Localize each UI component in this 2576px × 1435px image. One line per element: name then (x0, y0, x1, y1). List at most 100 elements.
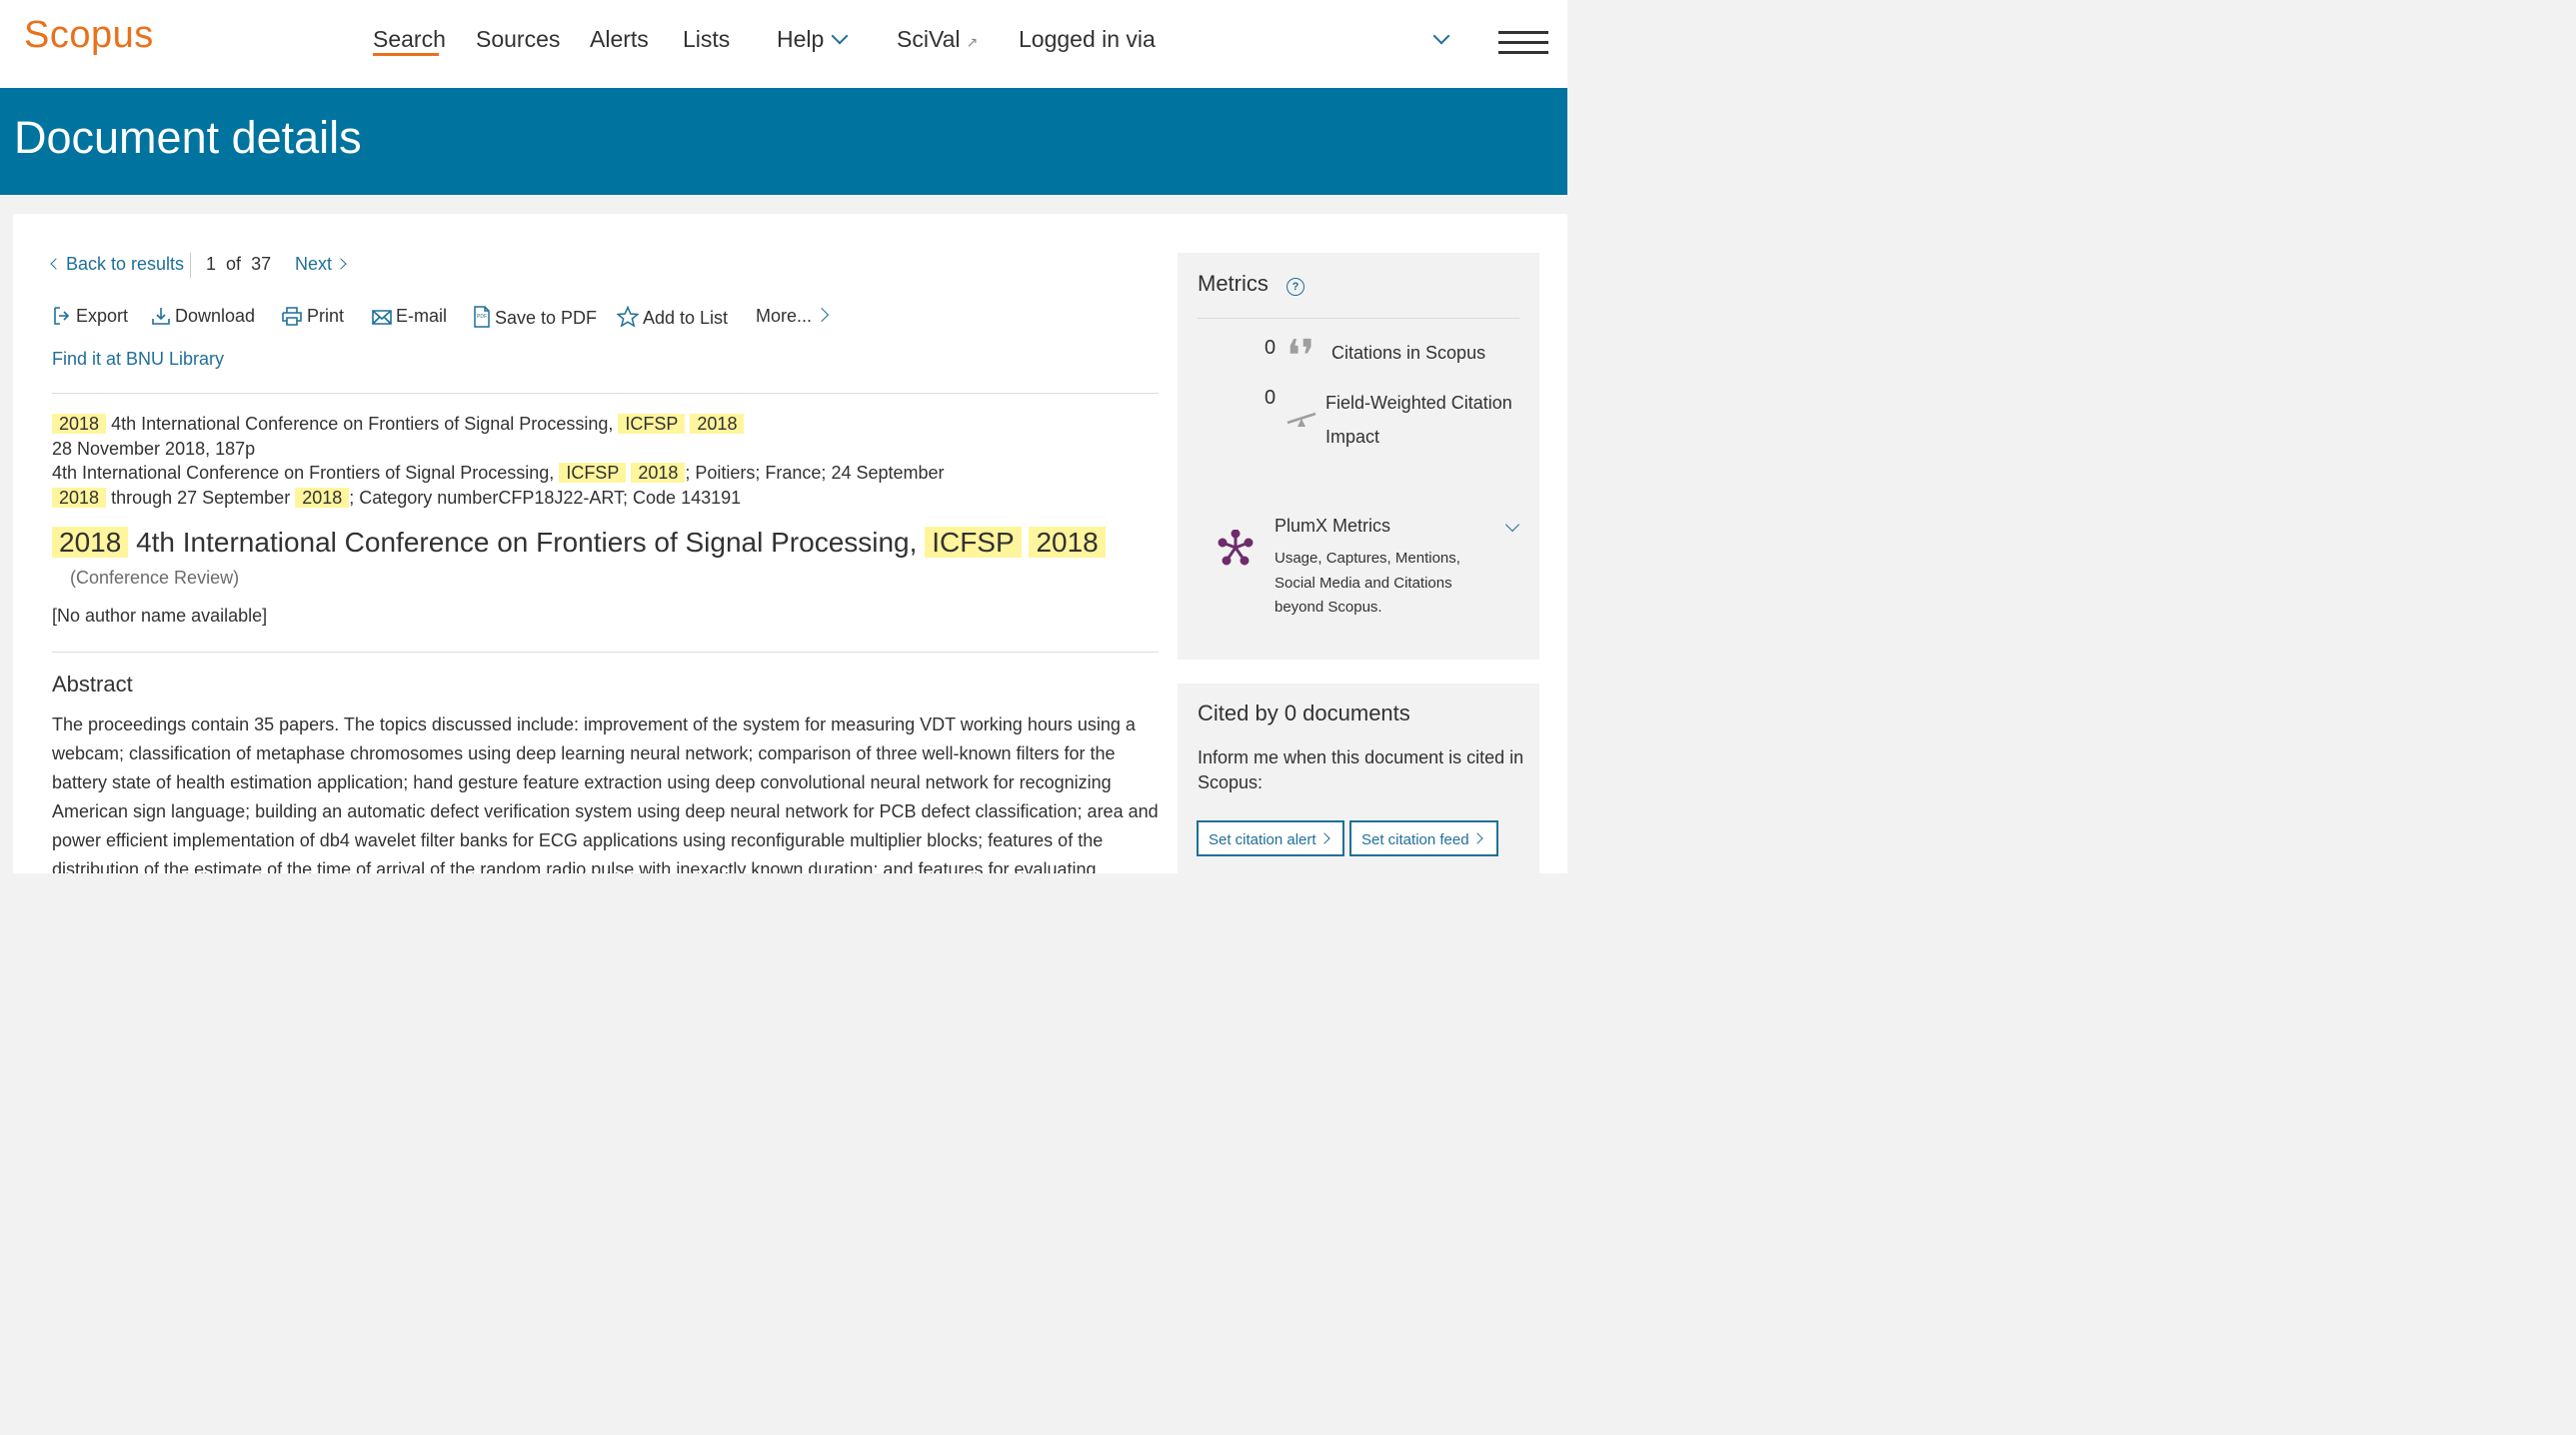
conference-dates: through 27 September (111, 487, 291, 508)
save-to-pdf-label: Save to PDF (495, 308, 598, 328)
page-header: Document details (0, 88, 1567, 195)
source-line-1: 2018 4th International Conference on Fro… (52, 412, 1152, 437)
highlight-term: 2018 (1029, 527, 1106, 558)
cited-by-text: Inform me when this document is cited in… (1198, 747, 1524, 792)
highlight-term: 2018 (52, 414, 107, 434)
highlight-term: 2018 (631, 463, 686, 483)
plumx-icon (1218, 530, 1254, 566)
divider (52, 393, 1159, 394)
save-to-pdf-button[interactable]: PDF Save to PDF (473, 306, 597, 329)
set-citation-alert-button[interactable]: Set citation alert (1197, 820, 1344, 856)
more-label: More... (756, 306, 813, 326)
divider (1198, 318, 1519, 319)
export-icon (54, 307, 70, 325)
divider (52, 652, 1159, 653)
email-label: E-mail (396, 306, 448, 326)
nav-help[interactable]: Help (777, 26, 849, 53)
document-title-text: 4th International Conference on Frontier… (136, 527, 918, 558)
citations-label[interactable]: Citations in Scopus (1331, 336, 1485, 370)
conference-location: ; Poitiers; France; 24 September (685, 463, 945, 483)
download-label: Download (175, 306, 256, 326)
source-info: 2018 4th International Conference on Fro… (52, 412, 1152, 510)
printer-icon (282, 307, 302, 326)
export-button[interactable]: Export (52, 306, 128, 327)
highlight-term: 2018 (52, 527, 129, 558)
highlight-term: 2018 (690, 414, 745, 434)
document-type: (Conference Review) (70, 568, 240, 588)
add-to-list-button[interactable]: Add to List (616, 305, 729, 329)
fwci-label-line-1: Field-Weighted Citation (1325, 393, 1512, 413)
highlight-term: ICFSP (925, 527, 1022, 558)
next-result-link[interactable]: Next (295, 254, 347, 275)
print-label: Print (307, 306, 345, 326)
find-it-library-link[interactable]: Find it at BNU Library (52, 349, 224, 370)
source-line-4: 2018 through 27 September 2018; Category… (52, 486, 1152, 511)
menu-icon[interactable] (1498, 31, 1548, 54)
metrics-title: Metrics (1198, 271, 1269, 296)
current-index: 1 (206, 254, 217, 274)
help-icon[interactable]: ? (1287, 278, 1304, 296)
nav-alerts[interactable]: Alerts (590, 26, 649, 53)
pager-divider (190, 253, 191, 278)
external-link-icon: ↗ (966, 34, 979, 50)
quote-icon: ❛❜ (1287, 331, 1315, 382)
fwci-label[interactable]: Field-Weighted Citation Impact (1325, 386, 1512, 454)
source-line-2: 28 November 2018, 187p (52, 438, 256, 459)
plumx-title[interactable]: PlumX Metrics (1275, 516, 1390, 537)
chevron-right-icon (335, 258, 347, 270)
of-label: of (226, 254, 242, 274)
source-title: 4th International Conference on Frontier… (111, 414, 614, 434)
highlight-term: ICFSP (559, 463, 627, 483)
active-tab-indicator (373, 53, 439, 56)
chevron-down-icon (1432, 27, 1450, 45)
conference-code: ; Category numberCFP18J22-ART; Code 1431… (349, 487, 742, 508)
cited-by-title: Cited by 0 documents (1198, 701, 1410, 725)
fwci-value: 0 (1265, 387, 1277, 409)
nav-lists[interactable]: Lists (683, 26, 730, 53)
nav-help-label: Help (777, 26, 825, 52)
login-label: Logged in via (1019, 26, 1156, 52)
highlight-term: 2018 (295, 487, 350, 508)
nav-sources[interactable]: Sources (476, 26, 560, 53)
top-navigation: Scopus Search Sources Alerts Lists Help … (0, 0, 1567, 88)
plumx-description: Usage, Captures, Mentions, Social Media … (1275, 550, 1460, 616)
star-icon (616, 305, 640, 328)
add-to-list-label: Add to List (643, 308, 729, 328)
nav-search[interactable]: Search (373, 26, 446, 53)
chevron-right-icon (1317, 832, 1330, 844)
citation-count: 0 (1265, 337, 1277, 359)
author-list: [No author name available] (52, 606, 268, 626)
page-title: Document details (14, 112, 362, 163)
more-actions-button[interactable]: More... (756, 306, 830, 327)
source-line-3: 4th International Conference on Frontier… (52, 461, 1152, 486)
download-button[interactable]: Download (151, 306, 255, 327)
next-label: Next (295, 254, 333, 274)
chevron-down-icon (831, 27, 849, 45)
envelope-icon (372, 310, 392, 325)
chevron-right-icon (814, 307, 830, 323)
nav-scival[interactable]: SciVal ↗ (897, 26, 978, 53)
download-icon (152, 308, 170, 325)
conference-name: 4th International Conference on Frontier… (52, 463, 555, 483)
institution-login-menu[interactable]: Logged in via (1019, 26, 1450, 53)
set-citation-alert-label: Set citation alert (1209, 831, 1316, 848)
balance-scale-icon (1287, 412, 1316, 427)
back-to-results-link[interactable]: Back to results (50, 254, 185, 275)
back-to-results-label: Back to results (66, 254, 185, 274)
print-button[interactable]: Print (281, 306, 344, 327)
result-position: 1 of 37 (206, 254, 271, 275)
highlight-term: 2018 (52, 487, 107, 508)
set-citation-feed-label: Set citation feed (1361, 831, 1469, 848)
abstract-heading: Abstract (52, 672, 133, 697)
pdf-icon: PDF (474, 306, 490, 328)
scopus-logo[interactable]: Scopus (24, 14, 154, 57)
set-citation-feed-button[interactable]: Set citation feed (1349, 820, 1498, 856)
highlight-term: ICFSP (618, 414, 686, 434)
nav-scival-label: SciVal (897, 26, 961, 52)
fwci-label-line-2: Impact (1325, 427, 1380, 447)
export-label: Export (76, 306, 129, 326)
email-button[interactable]: E-mail (372, 306, 447, 327)
chevron-right-icon (1470, 832, 1483, 844)
document-title: 2018 4th International Conference on Fro… (52, 527, 1106, 559)
total-count: 37 (251, 254, 272, 274)
